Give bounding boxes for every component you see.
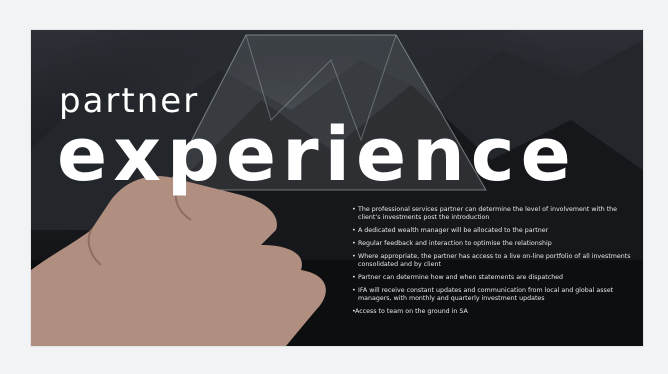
list-item: • The professional services partner can d… (352, 206, 618, 221)
list-item: • A dedicated wealth manager will be allo… (352, 227, 549, 234)
list-item: • Where appropriate, the partner has acce… (352, 253, 631, 268)
title-experience: experience (57, 112, 577, 198)
list-item: • Access to team on the ground in SA (352, 308, 468, 315)
list-item: • IFA will receive constant updates and c… (352, 287, 614, 302)
list-item: • Regular feedback and interaction to opt… (352, 240, 552, 247)
slide-image: partner experience • The professional ser… (31, 30, 643, 346)
bullet-list: • The professional services partner can d… (352, 206, 637, 321)
list-item: • Partner can determine how and when stat… (352, 274, 564, 281)
